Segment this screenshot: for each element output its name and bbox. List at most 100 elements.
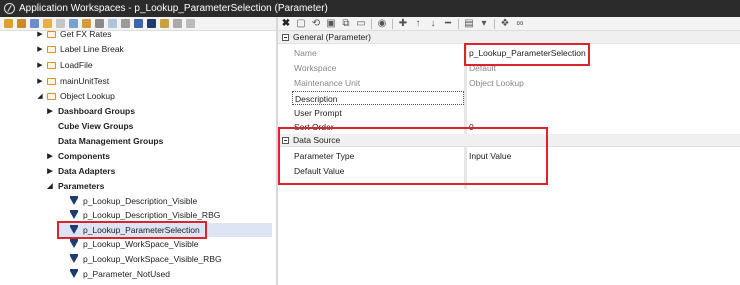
search-icon[interactable]: ◉ [377,18,387,30]
arrow-up-icon[interactable]: ↑ [413,18,423,30]
tree-item[interactable]: ▶ mainUnitTest [36,74,109,88]
tree-item[interactable]: p_Lookup_WorkSpace_Visible [70,237,198,251]
chart-icon[interactable] [69,19,78,28]
tree-item[interactable]: p_Parameter_NotUsed [70,267,170,281]
folder-icon[interactable] [43,19,52,28]
refresh-icon[interactable]: ⟲ [311,18,321,30]
property-row[interactable]: Maintenance Unit Object Lookup [278,76,740,90]
tree-item-label: Cube View Groups [58,121,134,131]
tree-item[interactable]: ▶ Data Adapters [46,164,115,178]
tree-item-label: p_Lookup_WorkSpace_Visible [83,239,199,249]
tree-item-label: p_Lookup_Description_Visible_RBG [83,210,221,220]
arrow-down-icon[interactable]: ↓ [428,18,438,30]
toolbar-separator [458,18,459,29]
tree-item[interactable]: p_Lookup_WorkSpace_Visible_RBG [70,252,222,266]
group-title: General (Parameter) [293,32,371,42]
property-name: Workspace [294,63,337,73]
tree-item-label: Label Line Break [60,44,124,54]
delete-icon[interactable]: ▭ [356,18,366,30]
collapse-icon[interactable] [4,19,13,28]
tree-item[interactable]: Cube View Groups [46,119,133,133]
property-row[interactable]: Workspace Default [278,61,740,75]
close-icon[interactable]: ✖ [281,18,291,30]
tree-item-label: Data Adapters [58,166,116,176]
copy-icon[interactable]: ⧉ [341,18,351,30]
property-value[interactable]: Input Value [468,149,738,163]
property-value[interactable] [468,106,738,120]
property-value[interactable]: p_Lookup_ParameterSelection [468,46,738,60]
edit-icon[interactable]: ▢ [296,18,306,30]
expand-arrow-icon[interactable]: ▶ [36,61,44,69]
parameter-icon [70,209,78,219]
page-icon[interactable] [56,19,65,28]
data-icon[interactable] [160,19,169,28]
save-icon[interactable]: ▣ [326,18,336,30]
add-node-icon[interactable] [17,19,26,28]
tree-item[interactable]: ▶ Label Line Break [36,42,124,56]
tree-item-label: LoadFile [60,60,93,70]
file-icon[interactable] [173,19,182,28]
expand-arrow-icon[interactable]: ▶ [36,31,44,38]
columns-icon[interactable] [134,19,143,28]
tree-item[interactable]: p_Lookup_Description_Visible_RBG [70,208,220,222]
lock-icon[interactable] [108,19,117,28]
property-name: Description [292,91,464,105]
tree-item[interactable]: ▶ LoadFile [36,58,93,72]
expand-arrow-icon[interactable]: ▶ [36,77,44,85]
expand-arrow-icon[interactable]: ▶ [36,45,44,53]
table-icon[interactable] [95,19,104,28]
property-name: Name [294,48,317,58]
tree-item-selected[interactable]: p_Lookup_ParameterSelection [58,223,272,237]
tree-item[interactable]: ◢ Object Lookup [36,89,115,103]
collapse-icon[interactable] [282,33,289,41]
tree-item[interactable]: ▶ Get FX Rates [36,31,112,41]
tree-item-label: p_Parameter_NotUsed [83,269,170,279]
tree-item[interactable]: ◢ Parameters [46,179,104,193]
tree-item-label: Components [58,151,110,161]
collapse-arrow-icon[interactable]: ◢ [36,92,44,100]
expand-arrow-icon[interactable]: ▶ [46,152,54,160]
property-row[interactable]: Parameter Type Input Value [278,149,740,163]
group-general[interactable]: General (Parameter) [278,31,740,44]
parameter-icon [70,195,78,205]
move-up-icon[interactable] [30,19,39,28]
tree-item[interactable]: ▶ Components [46,149,110,163]
window-title: Application Workspaces - p_Lookup_Parame… [19,3,328,14]
tree-item[interactable]: p_Lookup_Description_Visible [70,194,197,208]
property-value[interactable]: Default [468,61,738,75]
collapse-icon[interactable] [282,136,289,144]
group-data-source[interactable]: Data Source [278,134,740,147]
property-row[interactable]: Description [278,91,740,105]
property-row[interactable]: Sort Order 0 [278,120,740,134]
property-row[interactable]: Name p_Lookup_ParameterSelection [278,46,740,60]
object-lookup-icon[interactable]: ❖ [500,18,510,30]
property-value[interactable] [468,91,738,105]
toolbar-separator [494,18,495,29]
add-icon[interactable]: ✚ [398,18,408,30]
tree-item[interactable]: ▶ Dashboard Groups [46,104,135,118]
property-toolbar: ✖ ▢ ⟲ ▣ ⧉ ▭ ◉ ✚ ↑ ↓ ━ ▤ ▾ ❖ ∞ [278,17,740,31]
toolbar-separator [371,18,372,29]
remove-icon[interactable]: ━ [443,18,453,30]
expand-arrow-icon[interactable]: ▶ [46,167,54,175]
property-value[interactable] [468,164,738,178]
property-value[interactable]: 0 [468,120,738,134]
copy-icon[interactable] [186,19,195,28]
folder-icon [47,61,56,69]
list-icon[interactable] [121,19,130,28]
tree-item-label: Data Management Groups [58,136,164,146]
tree-item-label: p_Lookup_WorkSpace_Visible_RBG [83,254,222,264]
property-row[interactable]: User Prompt [278,106,740,120]
parameter-icon [70,238,78,248]
tree-item[interactable]: Data Management Groups [46,134,163,148]
collapse-arrow-icon[interactable]: ◢ [46,182,54,190]
filter-icon[interactable] [147,19,156,28]
document-icon[interactable]: ▤ [464,18,474,30]
property-row[interactable]: Default Value [278,164,740,178]
expand-arrow-icon[interactable]: ▶ [46,107,54,115]
link-icon[interactable]: ∞ [515,18,525,30]
property-value[interactable]: Object Lookup [468,76,738,90]
dropdown-icon[interactable]: ▾ [479,18,489,30]
grid-icon[interactable] [82,19,91,28]
property-name: Sort Order [294,122,334,132]
